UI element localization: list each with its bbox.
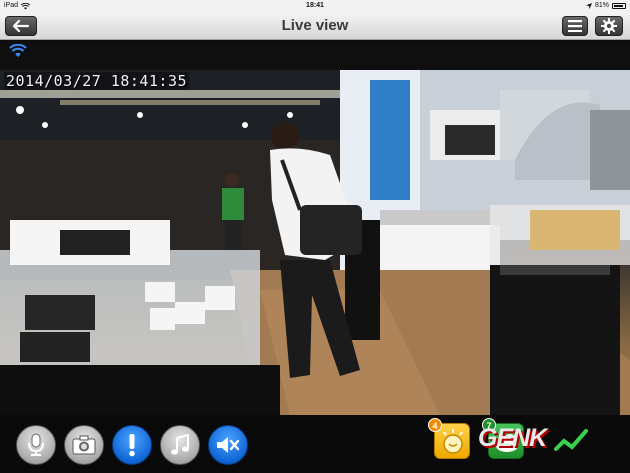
status-time: 18:41 xyxy=(306,2,324,9)
status-bar: iPad 18:41 81% xyxy=(0,0,630,12)
weather-badge-count: 4 xyxy=(428,418,442,432)
wifi-signal-icon xyxy=(9,44,27,57)
watermark-logo: GENK xyxy=(478,424,547,452)
mute-button[interactable] xyxy=(208,425,248,465)
location-arrow-icon xyxy=(585,3,592,9)
alert-button[interactable] xyxy=(112,425,152,465)
battery-percent: 81% xyxy=(594,2,609,9)
battery-icon xyxy=(612,3,626,9)
camera-scene-image xyxy=(0,70,630,415)
lullaby-button[interactable] xyxy=(160,425,200,465)
live-video-feed[interactable]: 2014/03/27 18:41:35 xyxy=(0,70,630,415)
camera-icon xyxy=(72,435,96,455)
settings-button[interactable] xyxy=(595,16,623,36)
gear-icon xyxy=(601,18,617,34)
exclamation-icon xyxy=(129,434,135,457)
microphone-button[interactable] xyxy=(16,425,56,465)
microphone-icon xyxy=(28,433,44,456)
menu-button[interactable] xyxy=(562,16,588,36)
music-note-icon xyxy=(171,434,189,455)
signal-app-badge[interactable] xyxy=(552,423,592,459)
snapshot-button[interactable] xyxy=(64,425,104,465)
menu-icon xyxy=(568,20,582,32)
signal-bars-icon xyxy=(554,429,588,451)
connection-bar xyxy=(0,41,630,70)
nav-bar: Live view xyxy=(0,12,630,40)
app-root: iPad 18:41 81% Live view 2014/03/27 18:4… xyxy=(0,0,630,473)
status-right: 81% xyxy=(585,0,626,12)
speaker-mute-icon xyxy=(217,437,240,453)
video-timestamp: 2014/03/27 18:41:35 xyxy=(4,72,190,90)
page-title: Live view xyxy=(281,17,349,34)
